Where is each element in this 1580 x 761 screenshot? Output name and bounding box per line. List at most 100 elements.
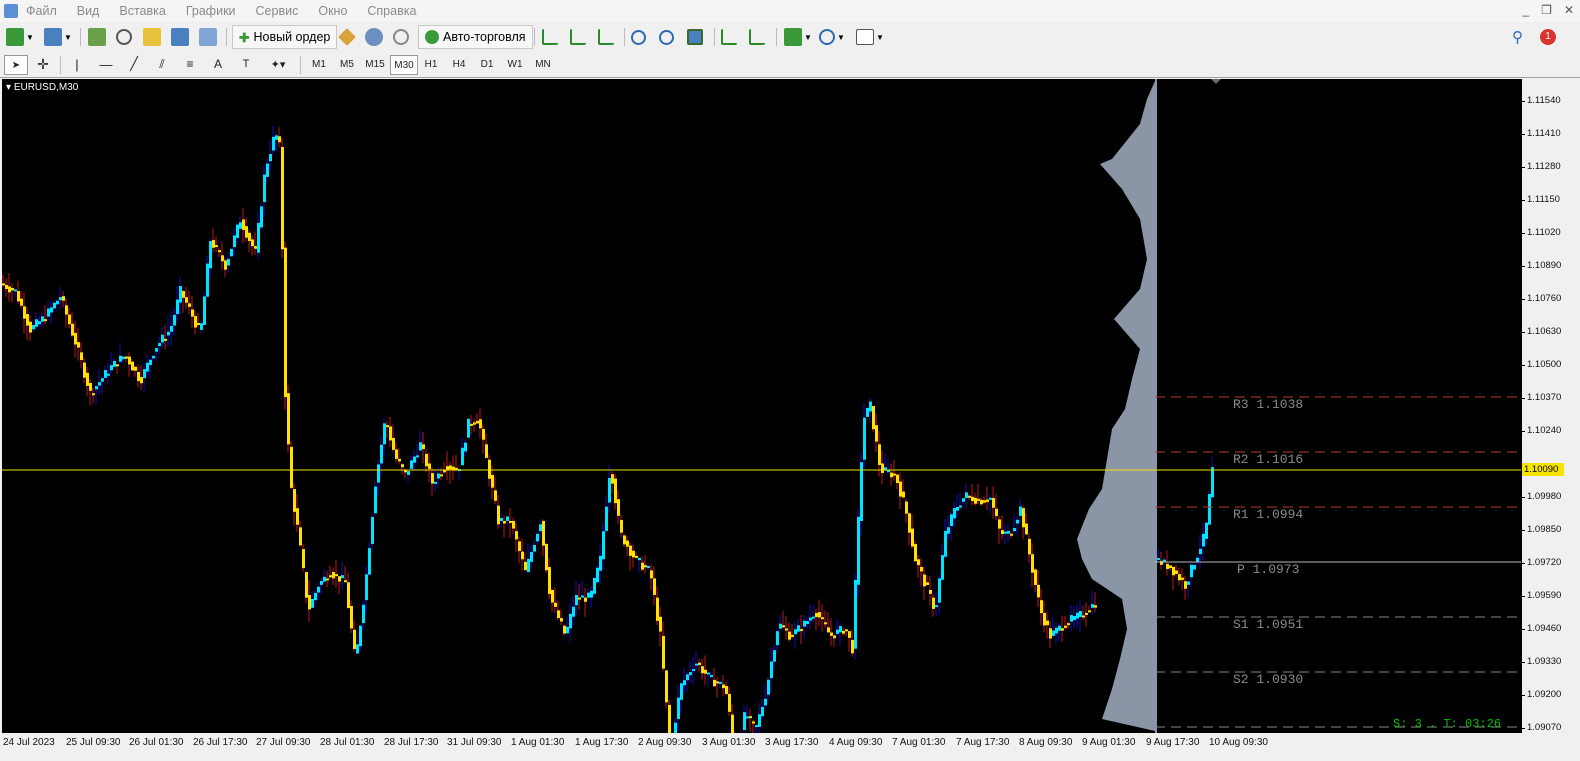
- navigator-icon[interactable]: [143, 26, 161, 48]
- signals-icon[interactable]: [365, 26, 383, 48]
- timeframe-m30[interactable]: M30: [390, 55, 418, 75]
- terminal-icon[interactable]: [171, 26, 189, 48]
- y-axis-label: 1.11150: [1527, 194, 1560, 205]
- chart-shift-marker[interactable]: [1211, 79, 1221, 84]
- candle-body: [1175, 570, 1178, 574]
- x-axis-label: 4 Aug 09:30: [829, 737, 883, 748]
- candle-body: [803, 620, 806, 627]
- line-chart-icon[interactable]: [598, 26, 614, 48]
- candle-body: [344, 580, 347, 583]
- candle-body: [935, 605, 938, 608]
- candle-body: [1046, 620, 1049, 626]
- candle-body: [149, 359, 152, 365]
- chart-shift-icon[interactable]: [749, 26, 765, 48]
- menu-insert[interactable]: Вставка: [119, 4, 165, 18]
- chart-symbol-label[interactable]: ▾ EURUSD,M30: [6, 82, 78, 93]
- x-axis-label: 31 Jul 09:30: [447, 737, 502, 748]
- timeframe-h1[interactable]: H1: [418, 55, 444, 73]
- candle-body: [434, 481, 437, 484]
- timeframe-d1[interactable]: D1: [474, 55, 500, 73]
- y-axis-label: 1.09200: [1527, 689, 1562, 700]
- search-icon[interactable]: ⚲: [1512, 26, 1523, 48]
- equidistant-channel-icon[interactable]: ⫽: [151, 55, 173, 73]
- new-order-button[interactable]: ✚ Новый ордер: [232, 25, 338, 49]
- notification-badge: 1: [1540, 29, 1556, 45]
- profiles-button[interactable]: ▼: [44, 26, 72, 48]
- shapes-menu-icon[interactable]: ✦▾: [263, 55, 293, 73]
- candle-body: [617, 499, 620, 516]
- strategy-tester-icon[interactable]: [199, 26, 217, 48]
- candle-body: [761, 706, 764, 717]
- text-icon[interactable]: A: [207, 55, 229, 73]
- candle-body: [578, 597, 581, 600]
- metaeditor-icon[interactable]: [338, 26, 356, 48]
- minimize-icon[interactable]: _: [1522, 3, 1529, 17]
- candle-body: [380, 444, 383, 464]
- tile-windows-icon[interactable]: [687, 26, 703, 48]
- crosshair-icon[interactable]: ✛: [32, 55, 54, 73]
- candle-body: [182, 291, 185, 298]
- candle-body: [128, 356, 131, 365]
- templates-button[interactable]: ▼: [856, 26, 884, 48]
- candle-body: [833, 635, 836, 639]
- candle-body: [890, 472, 893, 478]
- candle-body: [695, 663, 698, 666]
- candle-body: [392, 437, 395, 450]
- timeframe-m5[interactable]: M5: [334, 55, 360, 73]
- horizontal-line-icon[interactable]: —: [95, 55, 117, 73]
- timeframe-mn[interactable]: MN: [530, 55, 556, 73]
- auto-scroll-icon[interactable]: [721, 26, 737, 48]
- menu-view[interactable]: Вид: [77, 4, 100, 18]
- timeframe-w1[interactable]: W1: [502, 55, 528, 73]
- indicators-button[interactable]: ▼: [784, 26, 812, 48]
- candle-body: [188, 303, 191, 307]
- zoom-out-icon[interactable]: [659, 26, 674, 48]
- candle-body: [1055, 627, 1058, 634]
- periods-button[interactable]: ▼: [819, 26, 845, 48]
- close-icon[interactable]: ✕: [1564, 3, 1574, 17]
- pivot-label-s2: S2 1.0930: [1233, 672, 1304, 687]
- candle-body: [386, 425, 389, 428]
- candle-body: [335, 574, 338, 577]
- candle-body: [245, 226, 248, 238]
- bar-chart-icon[interactable]: [542, 26, 558, 48]
- menu-window[interactable]: Окно: [318, 4, 347, 18]
- zoom-in-icon[interactable]: [631, 26, 646, 48]
- timeframe-h4[interactable]: H4: [446, 55, 472, 73]
- menu-charts[interactable]: Графики: [186, 4, 236, 18]
- market-watch-icon[interactable]: [88, 26, 106, 48]
- notifications-icon[interactable]: 1: [1540, 26, 1556, 48]
- trendline-icon[interactable]: ╱: [123, 55, 145, 73]
- timeframe-m15[interactable]: M15: [362, 55, 388, 73]
- timeframe-m1[interactable]: M1: [306, 55, 332, 73]
- candle-body: [842, 630, 845, 634]
- candle-body: [782, 625, 785, 628]
- vertical-line-icon[interactable]: |: [66, 55, 88, 73]
- new-chart-button[interactable]: ▼: [6, 26, 34, 48]
- restore-icon[interactable]: ❐: [1541, 3, 1552, 17]
- menu-file[interactable]: Файл: [26, 4, 57, 18]
- data-window-icon[interactable]: [116, 26, 132, 48]
- x-axis-label: 26 Jul 01:30: [129, 737, 184, 748]
- pivot-label-p: P 1.0973: [1237, 562, 1300, 577]
- autotrading-button[interactable]: Авто-торговля: [418, 25, 533, 49]
- candle-body: [878, 444, 881, 466]
- fibonacci-icon[interactable]: ≡: [179, 55, 201, 73]
- candle-body: [1094, 605, 1097, 608]
- candle-body: [596, 567, 599, 583]
- price-axis[interactable]: [1521, 79, 1580, 733]
- candle-body: [632, 550, 635, 558]
- candle-body: [1064, 625, 1067, 628]
- y-axis-label: 1.10500: [1527, 359, 1562, 370]
- candlestick-icon[interactable]: [570, 26, 586, 48]
- candle-body: [560, 618, 563, 622]
- menu-tools[interactable]: Сервис: [256, 4, 299, 18]
- menu-help[interactable]: Справка: [367, 4, 416, 18]
- text-label-icon[interactable]: T: [235, 55, 257, 73]
- x-axis-label: 9 Aug 17:30: [1146, 737, 1200, 748]
- candle-body: [1187, 581, 1190, 585]
- cursor-icon[interactable]: ➤: [4, 55, 28, 75]
- candle-body: [251, 239, 254, 247]
- vps-icon[interactable]: [393, 26, 409, 48]
- candle-body: [308, 595, 311, 610]
